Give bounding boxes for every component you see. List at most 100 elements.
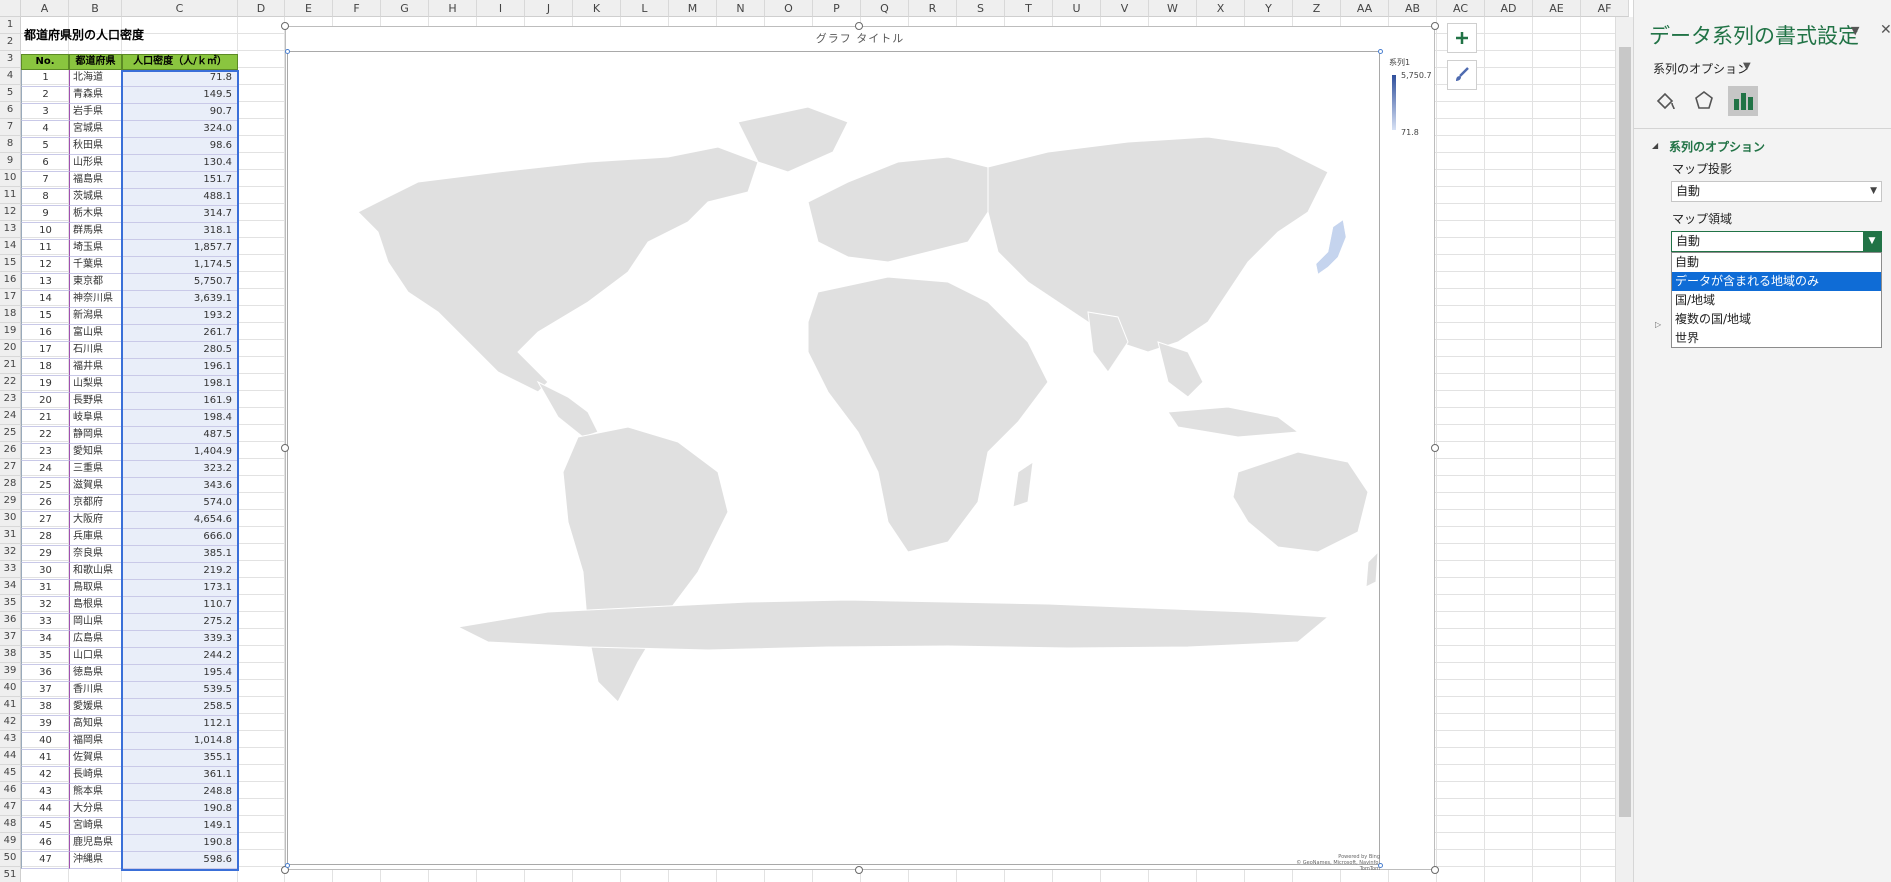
column-header[interactable]: H: [429, 0, 477, 17]
row-header[interactable]: 3: [0, 51, 21, 68]
cell-density[interactable]: 1,014.8: [122, 733, 238, 750]
row-header[interactable]: 31: [0, 527, 21, 544]
column-header[interactable]: M: [669, 0, 717, 17]
cell-prefecture[interactable]: 京都府: [69, 495, 122, 512]
cell-prefecture[interactable]: 山梨県: [69, 376, 122, 393]
cell-no[interactable]: 3: [21, 104, 69, 121]
row-header[interactable]: 20: [0, 340, 21, 357]
cell-no[interactable]: 33: [21, 614, 69, 631]
column-header[interactable]: A: [21, 0, 69, 17]
column-header[interactable]: W: [1149, 0, 1197, 17]
table-header-prefecture[interactable]: 都道府県: [69, 54, 122, 70]
cell-no[interactable]: 45: [21, 818, 69, 835]
cell-density[interactable]: 1,174.5: [122, 257, 238, 274]
row-header[interactable]: 13: [0, 221, 21, 238]
dropdown-option-multi-country[interactable]: 複数の国/地域: [1672, 310, 1881, 329]
cell-no[interactable]: 16: [21, 325, 69, 342]
cell-no[interactable]: 38: [21, 699, 69, 716]
row-header[interactable]: 44: [0, 748, 21, 765]
cell-density[interactable]: 190.8: [122, 801, 238, 818]
cell-prefecture[interactable]: 石川県: [69, 342, 122, 359]
cell-no[interactable]: 10: [21, 223, 69, 240]
cell-density[interactable]: 574.0: [122, 495, 238, 512]
cell-no[interactable]: 27: [21, 512, 69, 529]
cell-prefecture[interactable]: 茨城県: [69, 189, 122, 206]
cell-prefecture[interactable]: 長野県: [69, 393, 122, 410]
column-header[interactable]: AA: [1341, 0, 1389, 17]
cell-no[interactable]: 25: [21, 478, 69, 495]
cell-density[interactable]: 112.1: [122, 716, 238, 733]
cell-no[interactable]: 7: [21, 172, 69, 189]
column-header[interactable]: K: [573, 0, 621, 17]
cell-no[interactable]: 15: [21, 308, 69, 325]
row-header[interactable]: 10: [0, 170, 21, 187]
cell-prefecture[interactable]: 神奈川県: [69, 291, 122, 308]
cell-prefecture[interactable]: 愛媛県: [69, 699, 122, 716]
row-header[interactable]: 5: [0, 85, 21, 102]
row-header[interactable]: 40: [0, 680, 21, 697]
row-header[interactable]: 45: [0, 765, 21, 782]
cell-prefecture[interactable]: 滋賀県: [69, 478, 122, 495]
cell-no[interactable]: 34: [21, 631, 69, 648]
column-header[interactable]: P: [813, 0, 861, 17]
column-header[interactable]: R: [909, 0, 957, 17]
map-area-select[interactable]: 自動 ▼: [1671, 231, 1882, 252]
pane-options-dropdown-icon[interactable]: ▼: [1851, 24, 1859, 37]
cell-no[interactable]: 8: [21, 189, 69, 206]
column-header[interactable]: V: [1101, 0, 1149, 17]
row-header[interactable]: 30: [0, 510, 21, 527]
plot-handle-sw[interactable]: [285, 863, 290, 868]
column-header[interactable]: T: [1005, 0, 1053, 17]
row-header[interactable]: 42: [0, 714, 21, 731]
cell-density[interactable]: 98.6: [122, 138, 238, 155]
plot-handle-se[interactable]: [1378, 863, 1383, 868]
column-header[interactable]: Q: [861, 0, 909, 17]
cell-prefecture[interactable]: 大阪府: [69, 512, 122, 529]
column-header[interactable]: I: [477, 0, 525, 17]
row-header[interactable]: 22: [0, 374, 21, 391]
cell-no[interactable]: 41: [21, 750, 69, 767]
cell-prefecture[interactable]: 福岡県: [69, 733, 122, 750]
cell-density[interactable]: 71.8: [122, 70, 238, 87]
fill-line-tab[interactable]: [1650, 86, 1680, 116]
column-header[interactable]: AC: [1437, 0, 1485, 17]
column-header[interactable]: O: [765, 0, 813, 17]
row-header[interactable]: 18: [0, 306, 21, 323]
row-header[interactable]: 41: [0, 697, 21, 714]
cell-no[interactable]: 46: [21, 835, 69, 852]
column-header[interactable]: Y: [1245, 0, 1293, 17]
row-header[interactable]: 11: [0, 187, 21, 204]
cell-no[interactable]: 40: [21, 733, 69, 750]
cell-no[interactable]: 24: [21, 461, 69, 478]
cell-density[interactable]: 666.0: [122, 529, 238, 546]
row-header[interactable]: 24: [0, 408, 21, 425]
cell-no[interactable]: 30: [21, 563, 69, 580]
column-header[interactable]: AB: [1389, 0, 1437, 17]
cell-prefecture[interactable]: 熊本県: [69, 784, 122, 801]
row-header[interactable]: 39: [0, 663, 21, 680]
row-header[interactable]: 33: [0, 561, 21, 578]
row-header[interactable]: 29: [0, 493, 21, 510]
dropdown-option-data-only[interactable]: データが含まれる地域のみ: [1672, 272, 1881, 291]
row-header[interactable]: 36: [0, 612, 21, 629]
cell-prefecture[interactable]: 徳島県: [69, 665, 122, 682]
cell-density[interactable]: 275.2: [122, 614, 238, 631]
column-header[interactable]: B: [69, 0, 122, 17]
cell-no[interactable]: 17: [21, 342, 69, 359]
series-options-menu[interactable]: 系列のオプション: [1653, 60, 1749, 77]
cell-prefecture[interactable]: 香川県: [69, 682, 122, 699]
cell-prefecture[interactable]: 千葉県: [69, 257, 122, 274]
column-header[interactable]: AF: [1581, 0, 1629, 17]
close-icon[interactable]: ✕: [1880, 22, 1891, 38]
cell-no[interactable]: 4: [21, 121, 69, 138]
chevron-down-icon[interactable]: ▼: [1743, 61, 1751, 72]
cell-no[interactable]: 21: [21, 410, 69, 427]
select-all-corner[interactable]: [0, 0, 21, 17]
cell-no[interactable]: 6: [21, 155, 69, 172]
cell-prefecture[interactable]: 岡山県: [69, 614, 122, 631]
cell-density[interactable]: 488.1: [122, 189, 238, 206]
chart-styles-button[interactable]: [1447, 60, 1477, 90]
plot-handle-ne[interactable]: [1378, 49, 1383, 54]
cell-prefecture[interactable]: 宮崎県: [69, 818, 122, 835]
row-header[interactable]: 34: [0, 578, 21, 595]
